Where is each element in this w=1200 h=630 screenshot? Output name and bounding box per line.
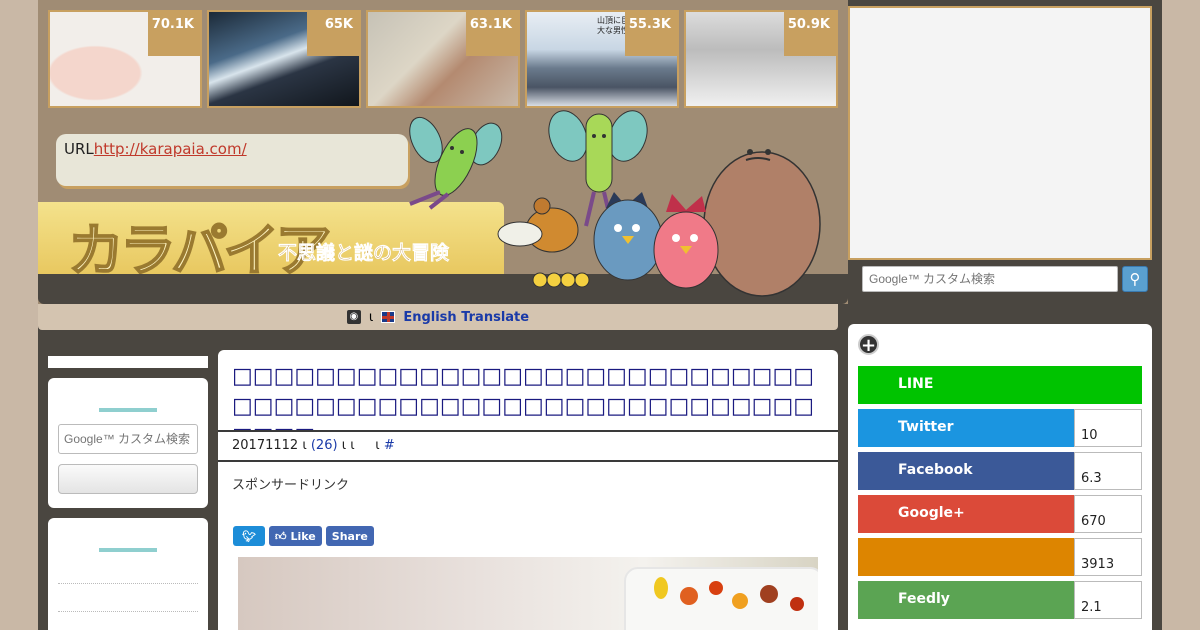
- comment-count-link[interactable]: (26): [311, 438, 338, 453]
- post-date: 20171112: [232, 438, 299, 453]
- popular-thumbnail[interactable]: 70.1K: [48, 10, 202, 108]
- translate-bar: ◉ ι English Translate: [38, 304, 838, 330]
- social-share-feedly[interactable]: Feedly 2.1: [858, 581, 1142, 619]
- popular-thumbnail[interactable]: 63.1K: [366, 10, 520, 108]
- article-photo: [238, 557, 818, 630]
- share-count: 6.3: [1074, 452, 1142, 490]
- share-buttons: 🐦︎ 👍︎ Like Share: [233, 526, 374, 546]
- social-share-google[interactable]: Google+ 670: [858, 495, 1142, 533]
- social-share-label: Facebook: [858, 452, 1074, 490]
- photo-detail: [709, 581, 723, 595]
- view-count: 65K: [307, 12, 359, 56]
- photo-detail: [732, 593, 748, 609]
- list-item[interactable]: [58, 620, 198, 630]
- sidebar-search-box: [48, 378, 208, 508]
- sidebar-search-button[interactable]: [58, 464, 198, 494]
- search-icon: ⚲: [1129, 270, 1141, 288]
- share-count: 10: [1074, 409, 1142, 447]
- sidebar-search-input[interactable]: [58, 424, 198, 454]
- section-divider: [99, 408, 157, 412]
- thumbs-up-icon: 👍︎: [275, 529, 287, 543]
- share-count: 670: [1074, 495, 1142, 533]
- twitter-bird-icon: 🐦︎: [242, 529, 256, 543]
- view-count: 70.1K: [148, 12, 200, 56]
- site-search-input[interactable]: [862, 266, 1118, 292]
- section-divider: [99, 548, 157, 552]
- uk-flag-icon: [381, 311, 396, 323]
- social-share-label: Twitter: [858, 409, 1074, 447]
- sponsored-label: スポンサードリンク: [232, 478, 350, 493]
- facebook-share-button[interactable]: Share: [325, 526, 374, 546]
- hash-link[interactable]: #: [384, 438, 395, 453]
- plate: [624, 567, 818, 630]
- social-share-twitter[interactable]: Twitter 10: [858, 409, 1142, 447]
- article-meta: 20171112 ι (26) ι ι ι #: [218, 432, 838, 462]
- sidebar-category-box: [48, 518, 208, 630]
- list-item[interactable]: [58, 564, 198, 584]
- meta-separator: ι: [375, 438, 380, 453]
- facebook-like-button[interactable]: 👍︎ Like: [269, 526, 322, 546]
- plus-icon[interactable]: +: [858, 334, 879, 356]
- translate-separator: ι: [368, 309, 374, 325]
- english-translate-link[interactable]: English Translate: [403, 310, 529, 325]
- popular-thumbnail[interactable]: 65K: [207, 10, 361, 108]
- popular-thumbnail[interactable]: 山頂に巨 大な男性器 55.3K: [525, 10, 679, 108]
- share-count: 3913: [1074, 538, 1142, 576]
- photo-detail: [790, 597, 804, 611]
- article: □□□□□□□□□□□□□□□□□□□□□□□□□□□□□□□□□□□□□□□□…: [218, 350, 838, 630]
- site-url-link[interactable]: http://karapaia.com/: [94, 140, 247, 158]
- meta-separator: ι ι: [341, 438, 355, 453]
- social-share-label: LINE: [858, 366, 1142, 404]
- photo-detail: [760, 585, 778, 603]
- left-sidebar: [48, 356, 208, 630]
- share-count-panel: + LINE Twitter 10 Facebook 6.3 Google+ 670 3913…: [848, 324, 1152, 630]
- popular-thumbnail[interactable]: 50.9K: [684, 10, 838, 108]
- tweet-button[interactable]: 🐦︎: [233, 526, 265, 546]
- list-item[interactable]: [58, 592, 198, 612]
- share-count: 2.1: [1074, 581, 1142, 619]
- ad-slot: [848, 6, 1152, 260]
- social-share-hatena[interactable]: 3913: [858, 538, 1142, 576]
- photo-detail: [680, 587, 698, 605]
- article-title[interactable]: □□□□□□□□□□□□□□□□□□□□□□□□□□□□□□□□□□□□□□□□…: [218, 350, 838, 432]
- social-share-line[interactable]: LINE: [858, 366, 1142, 404]
- popular-thumbnails: 70.1K 65K 63.1K 山頂に巨 大な男性器 55.3K 50.9K: [48, 10, 838, 108]
- like-label: Like: [290, 529, 316, 543]
- search-button[interactable]: ⚲: [1122, 266, 1148, 292]
- header-search: ⚲: [848, 266, 1152, 292]
- sidebar-header-strip: [48, 356, 208, 368]
- view-count: 50.9K: [784, 12, 836, 56]
- photo-detail: [654, 577, 668, 599]
- social-share-facebook[interactable]: Facebook 6.3: [858, 452, 1142, 490]
- url-prefix: URL: [64, 140, 94, 158]
- view-count: 55.3K: [625, 12, 677, 56]
- translate-icon[interactable]: ◉: [346, 310, 361, 324]
- social-share-label: Feedly: [858, 581, 1074, 619]
- social-share-label: [858, 538, 1074, 576]
- mascot-illustration: [409, 110, 821, 297]
- social-share-label: Google+: [858, 495, 1074, 533]
- view-count: 63.1K: [466, 12, 518, 56]
- url-box: URLhttp://karapaia.com/: [56, 134, 408, 186]
- meta-separator: ι: [302, 438, 307, 453]
